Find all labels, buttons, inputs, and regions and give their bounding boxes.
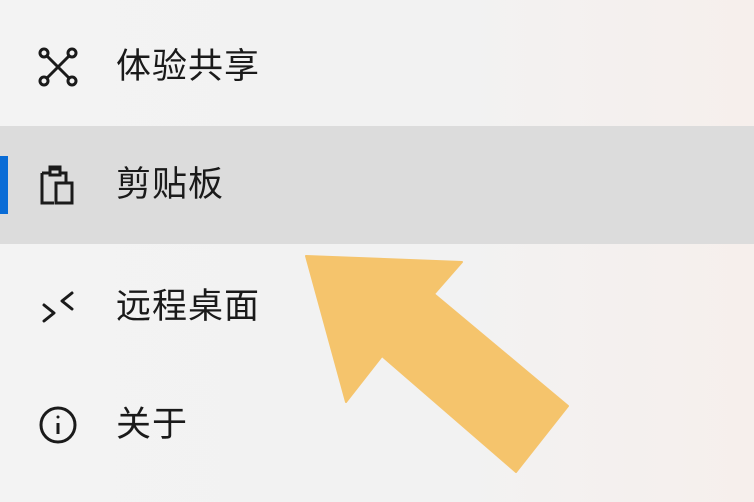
info-icon: [36, 403, 80, 447]
remote-desktop-icon: [36, 285, 80, 329]
nav-item-label: 远程桌面: [116, 287, 261, 327]
nav-item-label: 体验共享: [116, 47, 261, 87]
nav-item-clipboard[interactable]: 剪贴板: [0, 126, 754, 244]
clipboard-icon: [36, 163, 80, 207]
selection-indicator: [0, 156, 8, 214]
share-network-icon: [36, 45, 80, 89]
nav-item-about[interactable]: 关于: [0, 366, 754, 484]
nav-item-label: 剪贴板: [116, 165, 225, 205]
nav-item-remote-desktop[interactable]: 远程桌面: [0, 248, 754, 366]
nav-item-shared-experiences[interactable]: 体验共享: [0, 8, 754, 126]
nav-item-label: 关于: [116, 405, 189, 445]
settings-nav-panel: 体验共享 剪贴板 远程桌面 关于: [0, 0, 754, 502]
